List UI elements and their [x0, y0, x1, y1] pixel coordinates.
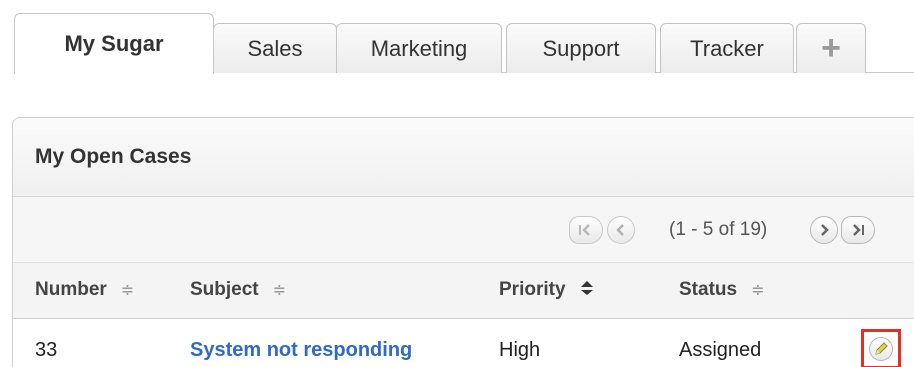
- tab-my-sugar[interactable]: My Sugar: [14, 13, 214, 74]
- dashlet-header: My Open Cases: [13, 118, 914, 197]
- table-header: Number ≑ Subject ≑ Priority Status ≑: [13, 263, 914, 319]
- column-status[interactable]: Status ≑: [679, 279, 764, 301]
- column-label: Status: [679, 279, 738, 300]
- case-priority: High: [499, 339, 541, 361]
- case-number: 33: [35, 339, 58, 361]
- sort-icon[interactable]: ≑: [273, 280, 286, 300]
- dashlet-title: My Open Cases: [35, 145, 192, 168]
- edit-button[interactable]: [861, 329, 901, 367]
- sort-active-icon[interactable]: [580, 280, 594, 301]
- sort-icon[interactable]: ≑: [121, 280, 134, 300]
- column-label: Number: [35, 279, 107, 300]
- case-status: Assigned: [679, 339, 762, 361]
- pagination-bar: (1 - 5 of 19): [13, 197, 914, 263]
- previous-page-icon[interactable]: [607, 216, 635, 244]
- first-page-icon[interactable]: [569, 216, 603, 244]
- column-label: Subject: [190, 279, 259, 300]
- dashlet-my-open-cases: My Open Cases (1 - 5 of 19) Number ≑ Sub…: [12, 117, 914, 367]
- pencil-icon[interactable]: [869, 337, 893, 361]
- sort-icon[interactable]: ≑: [751, 280, 764, 300]
- case-subject-link[interactable]: System not responding: [190, 339, 412, 362]
- tab-tracker[interactable]: Tracker: [660, 23, 794, 73]
- tab-sales[interactable]: Sales: [213, 23, 337, 73]
- last-page-icon[interactable]: [841, 216, 875, 244]
- tab-marketing[interactable]: Marketing: [336, 23, 502, 73]
- column-priority[interactable]: Priority: [499, 279, 594, 301]
- module-tabbar: My Sugar Sales Marketing Support Tracker…: [0, 0, 914, 75]
- tab-support[interactable]: Support: [506, 23, 656, 73]
- column-subject[interactable]: Subject ≑: [190, 279, 286, 301]
- add-tab-button[interactable]: +: [796, 23, 866, 73]
- column-label: Priority: [499, 279, 566, 300]
- page-count: (1 - 5 of 19): [669, 219, 768, 240]
- next-page-icon[interactable]: [810, 216, 838, 244]
- column-number[interactable]: Number ≑: [35, 279, 134, 301]
- table-row: 33 System not responding High Assigned: [13, 319, 914, 367]
